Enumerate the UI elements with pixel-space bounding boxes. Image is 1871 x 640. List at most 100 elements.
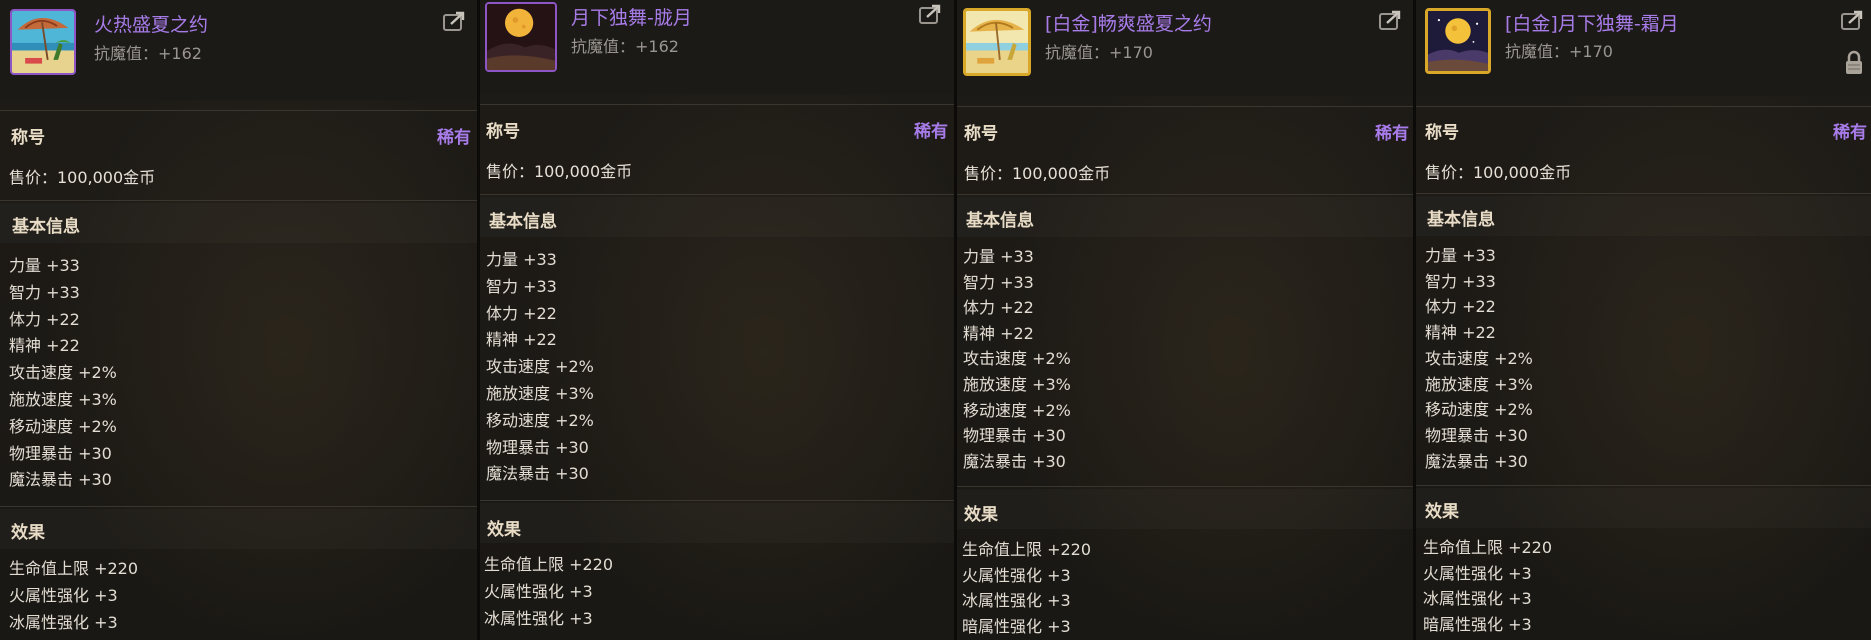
stat-line: 精神 +22 [963,323,1034,343]
price-divider [0,200,477,201]
item-type-label: 称号 [1425,123,1459,143]
effects-title: 效果 [964,505,998,525]
stat-line: 物理暴击 +30 [963,426,1066,446]
effect-line: 冰属性强化 +3 [962,591,1071,611]
effect-line: 生命值上限 +220 [962,540,1092,559]
share-icon[interactable] [1841,9,1865,31]
rarity-label: 稀有 [914,122,948,142]
basic-info-title: 基本信息 [12,217,80,237]
effect-line: 火属性强化 +3 [962,565,1071,585]
effect-line: 生命值上限 +220 [1423,538,1553,557]
stat-line: 力量 +33 [963,247,1034,266]
stat-list: 力量 +33 智力 +33 体力 +22 精神 +22 攻击速度 +2% 施放速… [486,247,594,488]
stat-line: 体力 +22 [963,298,1034,318]
stat-list: 力量 +33 智力 +33 体力 +22 精神 +22 攻击速度 +2% 施放速… [1425,243,1533,474]
stat-line: 移动速度 +2% [9,416,117,436]
item-name: [白金]月下独舞-霜月 [1505,13,1679,35]
effect-line: 冰属性强化 +3 [9,612,118,632]
stat-line: 精神 +22 [1425,323,1496,343]
stat-line: 物理暴击 +30 [9,443,112,463]
stat-line: 物理暴击 +30 [486,437,589,457]
stat-list: 力量 +33 智力 +33 体力 +22 精神 +22 攻击速度 +2% 施放速… [963,244,1071,474]
stat-line: 移动速度 +2% [486,410,594,430]
beach-umbrella-icon [963,8,1031,76]
effects-divider [0,506,477,507]
item-type-label: 称号 [11,128,45,148]
stat-line: 魔法暴击 +30 [963,451,1066,471]
effects-divider [480,500,954,501]
effect-list: 生命值上限 +220 火属性强化 +3 冰属性强化 +3 暗属性强化 +3 [1423,535,1552,638]
stat-line: 智力 +33 [486,276,557,296]
effects-title: 效果 [11,523,45,543]
stat-line: 施放速度 +3% [963,374,1071,394]
magic-resist-value: 抗魔值：+170 [1045,43,1153,62]
stat-line: 魔法暴击 +30 [1425,451,1528,471]
item-tooltip-4: [白金]月下独舞-霜月 抗魔值：+170 称号 稀有 售价：100,000金币 … [1416,0,1871,640]
stat-line: 体力 +22 [9,309,80,329]
stat-line: 移动速度 +2% [1425,400,1533,420]
share-icon[interactable] [1379,9,1403,31]
effect-list: 生命值上限 +220 火属性强化 +3 冰属性强化 +3 暗属性强化 +3 [962,537,1091,639]
stat-line: 物理暴击 +30 [1425,425,1528,445]
rarity-label: 稀有 [1833,123,1867,143]
stat-line: 攻击速度 +2% [9,363,117,383]
basic-info-title: 基本信息 [489,212,557,232]
effects-header-bg [957,489,1413,529]
sell-price: 售价：100,000金币 [486,162,633,181]
stat-line: 攻击速度 +2% [486,357,594,377]
effect-list: 生命值上限 +220 火属性强化 +3 冰属性强化 +3 [9,556,138,636]
stat-line: 施放速度 +3% [1425,374,1533,394]
magic-resist-value: 抗魔值：+170 [1505,42,1613,61]
stat-line: 精神 +22 [9,336,80,356]
item-name: 火热盛夏之约 [94,14,209,36]
effect-line: 火属性强化 +3 [9,585,118,605]
effect-line: 生命值上限 +220 [9,559,139,578]
effects-divider [957,486,1413,487]
effect-line: 暗属性强化 +3 [1423,615,1532,635]
stat-line: 力量 +33 [9,256,80,275]
effects-title: 效果 [1425,502,1459,522]
rarity-label: 稀有 [1375,124,1409,144]
basic-info-title: 基本信息 [1427,210,1495,230]
moon-night-icon [485,2,557,72]
sell-price: 售价：100,000金币 [1425,163,1572,182]
stat-line: 魔法暴击 +30 [9,470,112,490]
item-type-label: 称号 [486,122,520,142]
item-name: [白金]畅爽盛夏之约 [1045,13,1212,35]
stat-line: 智力 +33 [963,272,1034,292]
stat-line: 移动速度 +2% [963,400,1071,420]
stat-line: 魔法暴击 +30 [486,464,589,484]
stat-list: 力量 +33 智力 +33 体力 +22 精神 +22 攻击速度 +2% 施放速… [9,253,117,494]
effect-list: 生命值上限 +220 火属性强化 +3 冰属性强化 +3 [484,552,613,632]
price-divider [957,194,1413,195]
stat-line: 智力 +33 [9,282,80,302]
item-type-label: 称号 [964,124,998,144]
lock-icon[interactable] [1844,50,1864,76]
share-icon[interactable] [443,10,467,32]
rarity-label: 稀有 [437,128,471,148]
sell-price: 售价：100,000金币 [964,164,1111,183]
stat-line: 力量 +33 [486,250,557,269]
effect-line: 冰属性强化 +3 [1423,589,1532,609]
stat-line: 精神 +22 [486,330,557,350]
header-divider [1416,106,1871,107]
moon-night-icon [1425,8,1491,74]
stat-line: 力量 +33 [1425,246,1496,265]
effect-line: 暗属性强化 +3 [962,616,1071,636]
effects-header-bg [0,509,477,549]
header-divider [480,104,954,105]
effect-line: 冰属性强化 +3 [484,608,593,628]
item-name: 月下独舞-胧月 [571,7,692,29]
stat-line: 攻击速度 +2% [1425,348,1533,368]
item-tooltip-3: [白金]畅爽盛夏之约 抗魔值：+170 称号 稀有 售价：100,000金币 基… [957,0,1413,640]
effect-line: 火属性强化 +3 [484,581,593,601]
header-divider [0,110,477,111]
stat-line: 施放速度 +3% [486,383,594,403]
sell-price: 售价：100,000金币 [9,168,156,187]
stat-line: 攻击速度 +2% [963,349,1071,369]
share-icon[interactable] [919,3,943,25]
effect-line: 火属性强化 +3 [1423,563,1532,583]
magic-resist-value: 抗魔值：+162 [94,44,202,63]
price-divider [1416,193,1871,194]
item-tooltip-2: 月下独舞-胧月 抗魔值：+162 称号 稀有 售价：100,000金币 基本信息… [480,0,954,640]
